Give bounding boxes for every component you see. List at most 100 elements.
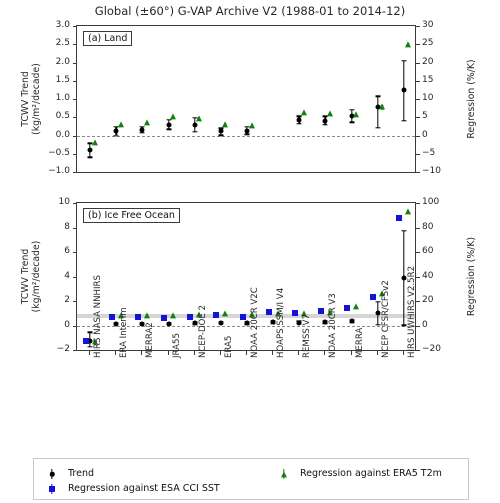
ylabel-line: TCWV Trend xyxy=(20,71,31,127)
trend-error-cap xyxy=(87,331,93,333)
legend-label-0: Trend xyxy=(68,468,94,479)
x-tick-mark xyxy=(115,351,117,355)
y-tick-mark-left xyxy=(72,252,76,253)
ylabel-line: (kg/m²/decade) xyxy=(31,240,42,313)
trend-error-cap xyxy=(296,123,302,125)
era5-marker xyxy=(326,110,333,117)
sst-marker xyxy=(213,312,220,319)
era5-marker xyxy=(353,303,360,310)
zero-reference-line xyxy=(77,135,415,137)
x-axis-label-1: ERA Interim xyxy=(119,307,130,358)
trend-marker xyxy=(349,318,355,324)
x-axis-label-0: HIRS NASA NNHIRS xyxy=(93,275,104,358)
y-tick-label-right: 0 xyxy=(422,129,428,140)
y-tick-label-right: 20 xyxy=(422,295,434,305)
trend-error-cap xyxy=(375,324,381,326)
x-axis-label-6: NOAA 20CR V2C xyxy=(250,287,260,358)
y-tick-label-right: 20 xyxy=(422,56,434,67)
trend-error-cap xyxy=(87,156,93,159)
x-tick-mark xyxy=(246,351,247,355)
y-tick-mark-right xyxy=(416,153,420,155)
x-tick-mark xyxy=(376,351,378,355)
y-tick-mark-left xyxy=(72,172,76,173)
trend-error-cap xyxy=(349,121,355,124)
trend-error-cap xyxy=(401,324,407,326)
sst-marker xyxy=(396,214,403,221)
era5-marker xyxy=(170,113,177,120)
x-tick-mark xyxy=(350,351,352,355)
y-tick-mark-left xyxy=(72,153,76,155)
x-tick-mark xyxy=(324,351,326,355)
trend-error-cap xyxy=(375,127,381,129)
y-tick-label-right: −10 xyxy=(422,166,441,176)
trend-marker xyxy=(218,128,224,134)
x-tick-mark xyxy=(272,351,274,355)
trend-marker xyxy=(244,128,250,134)
panel-land-plot-content xyxy=(77,26,415,172)
x-tick-mark xyxy=(298,351,300,355)
trend-marker xyxy=(375,310,381,316)
trend-marker xyxy=(401,87,407,93)
x-tick-mark xyxy=(141,351,143,355)
legend-label-2: Regression against ESA CCI SST xyxy=(68,483,220,494)
trend-marker xyxy=(87,147,93,153)
y-tick-label-right: 5 xyxy=(422,111,428,122)
era5-marker xyxy=(222,121,229,128)
panel-ocean-ylabel: TCWV Trend (kg/m²/decade) xyxy=(20,202,42,351)
legend-marker-square xyxy=(49,486,55,492)
trend-error-cap xyxy=(192,131,198,133)
trend-marker xyxy=(192,320,198,326)
y-tick-mark-left xyxy=(72,99,76,100)
era5-marker xyxy=(143,312,150,319)
trend-marker xyxy=(113,128,119,134)
y-tick-label-right: 15 xyxy=(422,74,434,85)
era5-marker xyxy=(405,41,412,48)
x-axis-label-7: HOAPS SSM/I V4 xyxy=(276,287,287,358)
y-tick-label-right: 80 xyxy=(422,221,434,232)
trend-error-cap xyxy=(401,120,407,122)
trend-error-cap xyxy=(87,345,93,348)
sst-marker xyxy=(291,309,298,316)
x-axis-label-11: NCEP CFSR/CFSv2 xyxy=(380,280,391,358)
sst-marker xyxy=(344,304,351,311)
panel-land-ylabel: TCWV Trend (kg/m²/decade) xyxy=(20,25,42,173)
y-tick-mark-right xyxy=(416,117,420,119)
trend-marker xyxy=(166,321,172,327)
y-tick-mark-right xyxy=(416,135,420,137)
x-tick-mark xyxy=(89,351,91,355)
y-tick-mark-left xyxy=(72,135,76,137)
y-tick-label-right: 10 xyxy=(422,93,434,103)
trend-error-cap xyxy=(349,109,355,111)
panel-ocean-ylabel-right: Regression (%/K) xyxy=(466,236,477,317)
sst-marker xyxy=(265,309,272,316)
trend-error-bar xyxy=(377,96,379,128)
x-tick-mark xyxy=(167,351,169,355)
y-tick-mark-left xyxy=(72,301,76,302)
y-tick-mark-right xyxy=(416,62,420,64)
y-tick-mark-right xyxy=(416,26,420,27)
y-tick-label-right: 100 xyxy=(422,197,440,207)
x-axis-label-12: HIRS UWHIRS V2.5R2 xyxy=(406,265,417,358)
trend-error-cap xyxy=(375,95,381,98)
x-axis-label-4: NCEP-DOE 2 xyxy=(197,305,208,358)
x-tick-mark xyxy=(219,351,221,355)
panel-land-plot-area: (a) Land xyxy=(76,25,416,173)
y-tick-label-right: −5 xyxy=(422,147,436,158)
trend-marker xyxy=(244,320,250,326)
panel-land-annotation: (a) Land xyxy=(83,31,133,46)
sst-marker xyxy=(370,293,377,300)
y-tick-mark-left xyxy=(72,44,76,46)
y-tick-mark-left xyxy=(72,203,76,204)
era5-marker xyxy=(353,111,360,118)
era5-marker xyxy=(196,115,203,122)
trend-error-cap xyxy=(244,133,250,136)
x-axis-label-8: REMSS V7 xyxy=(302,314,313,358)
trend-marker xyxy=(166,122,172,128)
y-tick-label-right: 0 xyxy=(422,319,428,330)
x-tick-mark xyxy=(193,351,195,355)
trend-marker xyxy=(296,117,302,123)
trend-error-cap xyxy=(322,124,328,126)
era5-marker xyxy=(222,310,229,317)
legend-marker-dot xyxy=(49,471,55,477)
ylabel-line: (kg/m²/decade) xyxy=(31,63,42,135)
